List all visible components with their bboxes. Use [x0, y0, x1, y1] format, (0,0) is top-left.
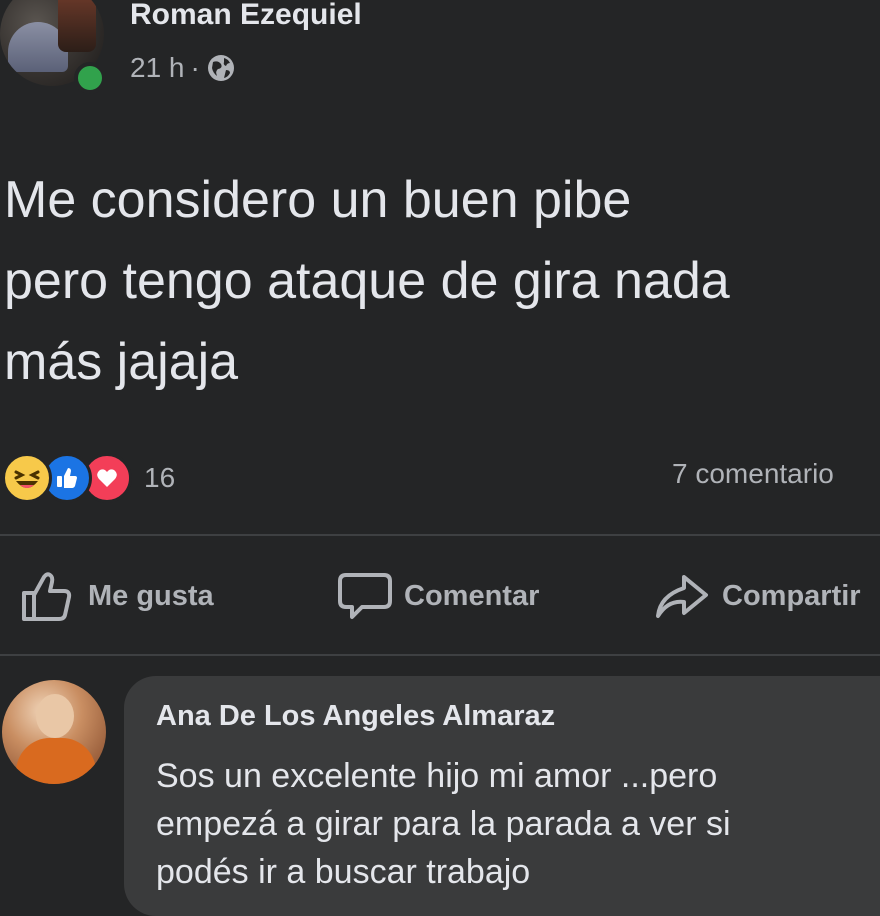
- online-status-dot: [74, 62, 106, 94]
- divider: [0, 534, 880, 536]
- commenter-avatar[interactable]: [2, 680, 106, 784]
- share-label: Compartir: [722, 579, 861, 612]
- meta-separator: ·: [190, 52, 200, 83]
- haha-reaction-icon: [2, 453, 52, 503]
- comment-count-link[interactable]: 7 comentario: [672, 458, 834, 490]
- comment-author-name[interactable]: Ana De Los Angeles Almaraz: [156, 700, 555, 733]
- post-text: Me considero un buen pibe pero tengo ata…: [4, 171, 730, 391]
- avatar-face: [36, 694, 74, 738]
- reactions-summary[interactable]: 16: [2, 453, 176, 503]
- comment-label: Comentar: [404, 579, 540, 612]
- thumbs-up-icon: [20, 569, 76, 623]
- post-author-name[interactable]: Roman Ezequiel: [130, 0, 362, 32]
- post-meta: 21 h ·: [130, 52, 236, 84]
- reaction-count: 16: [144, 462, 176, 493]
- divider: [0, 654, 880, 656]
- globe-icon: [206, 53, 236, 83]
- comment-button[interactable]: Comentar: [338, 566, 539, 626]
- post-timestamp[interactable]: 21 h: [130, 52, 185, 84]
- like-button[interactable]: Me gusta: [20, 566, 214, 626]
- speech-bubble-icon: [338, 571, 392, 621]
- share-button[interactable]: Compartir: [654, 566, 861, 626]
- avatar-shirt: [16, 738, 96, 784]
- avatar-background: [58, 0, 96, 52]
- comment-text: Sos un excelente hijo mi amor ...pero em…: [156, 757, 731, 891]
- share-arrow-icon: [654, 571, 710, 621]
- like-label: Me gusta: [88, 579, 214, 612]
